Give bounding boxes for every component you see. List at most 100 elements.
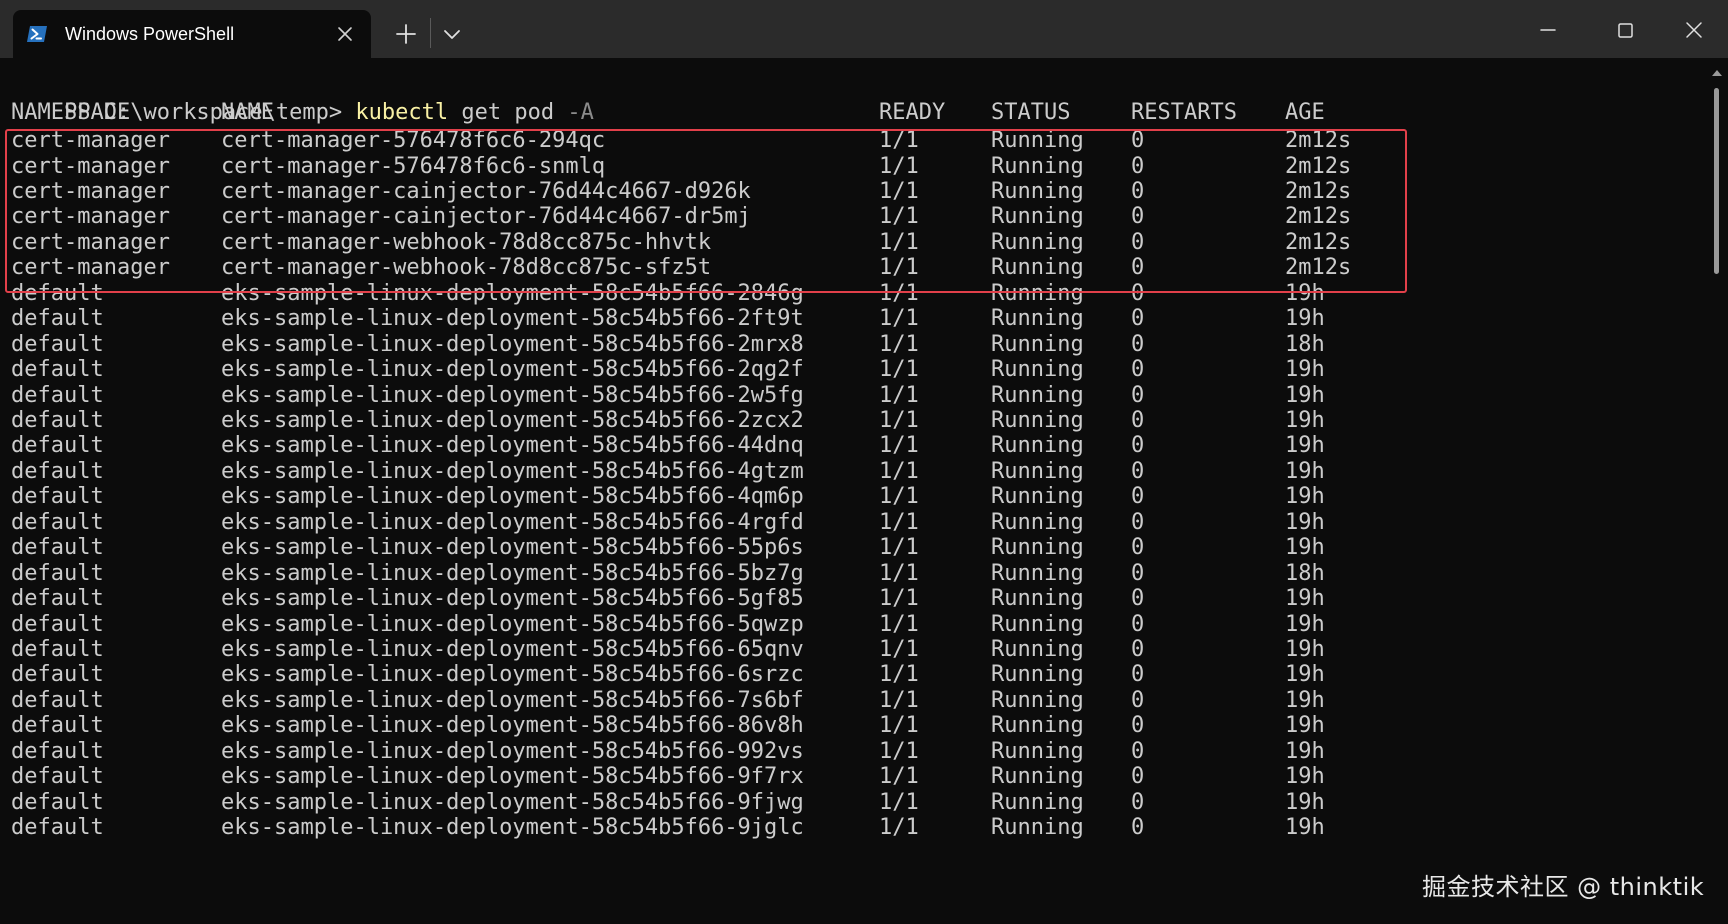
cell-restarts: 0 <box>1131 509 1145 535</box>
cell-namespace: default <box>11 357 104 382</box>
close-icon <box>1674 10 1714 50</box>
cell-age: 19h <box>1285 458 1325 484</box>
cell-name: eks-sample-linux-deployment-58c54b5f66-2… <box>221 331 804 357</box>
cell-namespace: default <box>11 687 104 713</box>
title-bar: Windows PowerShell <box>0 0 1728 58</box>
cell-restarts: 0 <box>1131 662 1145 688</box>
cell-age: 19h <box>1285 509 1325 535</box>
cell-restarts: 0 <box>1131 458 1145 484</box>
tab-title: Windows PowerShell <box>65 24 235 44</box>
cell-restarts: 0 <box>1131 637 1145 662</box>
cell-ready: 1/1 <box>879 407 919 433</box>
cell-restarts: 0 <box>1131 484 1145 510</box>
cell-age: 19h <box>1285 586 1325 612</box>
maximize-button[interactable] <box>1605 10 1645 50</box>
cell-name: eks-sample-linux-deployment-58c54b5f66-9… <box>221 815 804 841</box>
cell-namespace: default <box>11 535 104 561</box>
cell-status: Running <box>991 586 1084 612</box>
cell-name: eks-sample-linux-deployment-58c54b5f66-5… <box>221 586 804 612</box>
cell-age: 19h <box>1285 306 1325 332</box>
cell-name: eks-sample-linux-deployment-58c54b5f66-4… <box>221 458 804 484</box>
new-tab-button[interactable] <box>386 14 426 54</box>
cell-namespace: default <box>11 560 104 586</box>
header-status: STATUS <box>991 100 1071 125</box>
header-namespace: NAMESPACE <box>11 100 131 125</box>
command-flag: -A <box>567 100 594 125</box>
cell-namespace: default <box>11 458 104 484</box>
highlight-box <box>5 129 1407 293</box>
cell-status: Running <box>991 382 1084 408</box>
cell-restarts: 0 <box>1131 382 1145 408</box>
cell-age: 19h <box>1285 433 1325 459</box>
cell-status: Running <box>991 458 1084 484</box>
cell-ready: 1/1 <box>879 586 919 612</box>
cell-restarts: 0 <box>1131 586 1145 612</box>
cell-ready: 1/1 <box>879 637 919 662</box>
cell-restarts: 0 <box>1131 433 1145 459</box>
window-close-button[interactable] <box>1674 10 1714 50</box>
cell-age: 19h <box>1285 484 1325 510</box>
cell-name: eks-sample-linux-deployment-58c54b5f66-2… <box>221 407 804 433</box>
command-args: get pod <box>448 100 568 125</box>
cell-ready: 1/1 <box>879 382 919 408</box>
cell-name: eks-sample-linux-deployment-58c54b5f66-6… <box>221 637 804 662</box>
cell-ready: 1/1 <box>879 331 919 357</box>
header-ready: READY <box>879 100 946 125</box>
cell-status: Running <box>991 713 1084 739</box>
cell-ready: 1/1 <box>879 789 919 815</box>
minimize-button[interactable] <box>1528 10 1568 50</box>
cell-status: Running <box>991 331 1084 357</box>
scrollbar-thumb[interactable] <box>1714 88 1719 274</box>
cell-restarts: 0 <box>1131 407 1145 433</box>
cell-restarts: 0 <box>1131 357 1145 382</box>
cell-age: 18h <box>1285 560 1325 586</box>
cell-status: Running <box>991 306 1084 332</box>
cell-namespace: default <box>11 484 104 510</box>
cell-restarts: 0 <box>1131 789 1145 815</box>
header-age: AGE <box>1285 100 1325 125</box>
cell-name: eks-sample-linux-deployment-58c54b5f66-2… <box>221 382 804 408</box>
cell-restarts: 0 <box>1131 815 1145 841</box>
cell-restarts: 0 <box>1131 535 1145 561</box>
cell-name: eks-sample-linux-deployment-58c54b5f66-5… <box>221 560 804 586</box>
cell-name: eks-sample-linux-deployment-58c54b5f66-9… <box>221 789 804 815</box>
cell-restarts: 0 <box>1131 738 1145 764</box>
cell-age: 19h <box>1285 357 1325 382</box>
cell-ready: 1/1 <box>879 611 919 637</box>
cell-status: Running <box>991 789 1084 815</box>
cell-namespace: default <box>11 637 104 662</box>
cell-ready: 1/1 <box>879 713 919 739</box>
cell-name: eks-sample-linux-deployment-58c54b5f66-5… <box>221 535 804 561</box>
scrollbar[interactable] <box>1706 60 1728 924</box>
cell-restarts: 0 <box>1131 560 1145 586</box>
cell-age: 19h <box>1285 407 1325 433</box>
cell-status: Running <box>991 433 1084 459</box>
cell-namespace: default <box>11 382 104 408</box>
command: kubectl <box>355 100 449 125</box>
cell-name: eks-sample-linux-deployment-58c54b5f66-4… <box>221 484 804 510</box>
cell-age: 19h <box>1285 764 1325 790</box>
cell-namespace: default <box>11 509 104 535</box>
watermark: 掘金技术社区 @ thinktik <box>1422 873 1705 901</box>
cell-name: eks-sample-linux-deployment-58c54b5f66-4… <box>221 433 804 459</box>
cell-age: 19h <box>1285 662 1325 688</box>
scroll-up-arrow-icon[interactable] <box>1712 70 1722 76</box>
cell-namespace: default <box>11 407 104 433</box>
tab-dropdown-button[interactable] <box>432 14 472 54</box>
close-icon[interactable] <box>335 24 355 44</box>
cell-name: eks-sample-linux-deployment-58c54b5f66-5… <box>221 611 804 637</box>
powershell-icon <box>26 23 48 45</box>
plus-icon <box>386 14 426 54</box>
cell-ready: 1/1 <box>879 306 919 332</box>
cell-namespace: default <box>11 306 104 332</box>
cell-status: Running <box>991 738 1084 764</box>
cell-age: 19h <box>1285 738 1325 764</box>
cell-name: eks-sample-linux-deployment-58c54b5f66-8… <box>221 713 804 739</box>
cell-age: 19h <box>1285 687 1325 713</box>
cell-age: 19h <box>1285 611 1325 637</box>
cell-restarts: 0 <box>1131 687 1145 713</box>
cell-name: eks-sample-linux-deployment-58c54b5f66-9… <box>221 738 804 764</box>
tab-windows-powershell[interactable]: Windows PowerShell <box>13 10 371 58</box>
cell-name: eks-sample-linux-deployment-58c54b5f66-9… <box>221 764 804 790</box>
cell-status: Running <box>991 509 1084 535</box>
